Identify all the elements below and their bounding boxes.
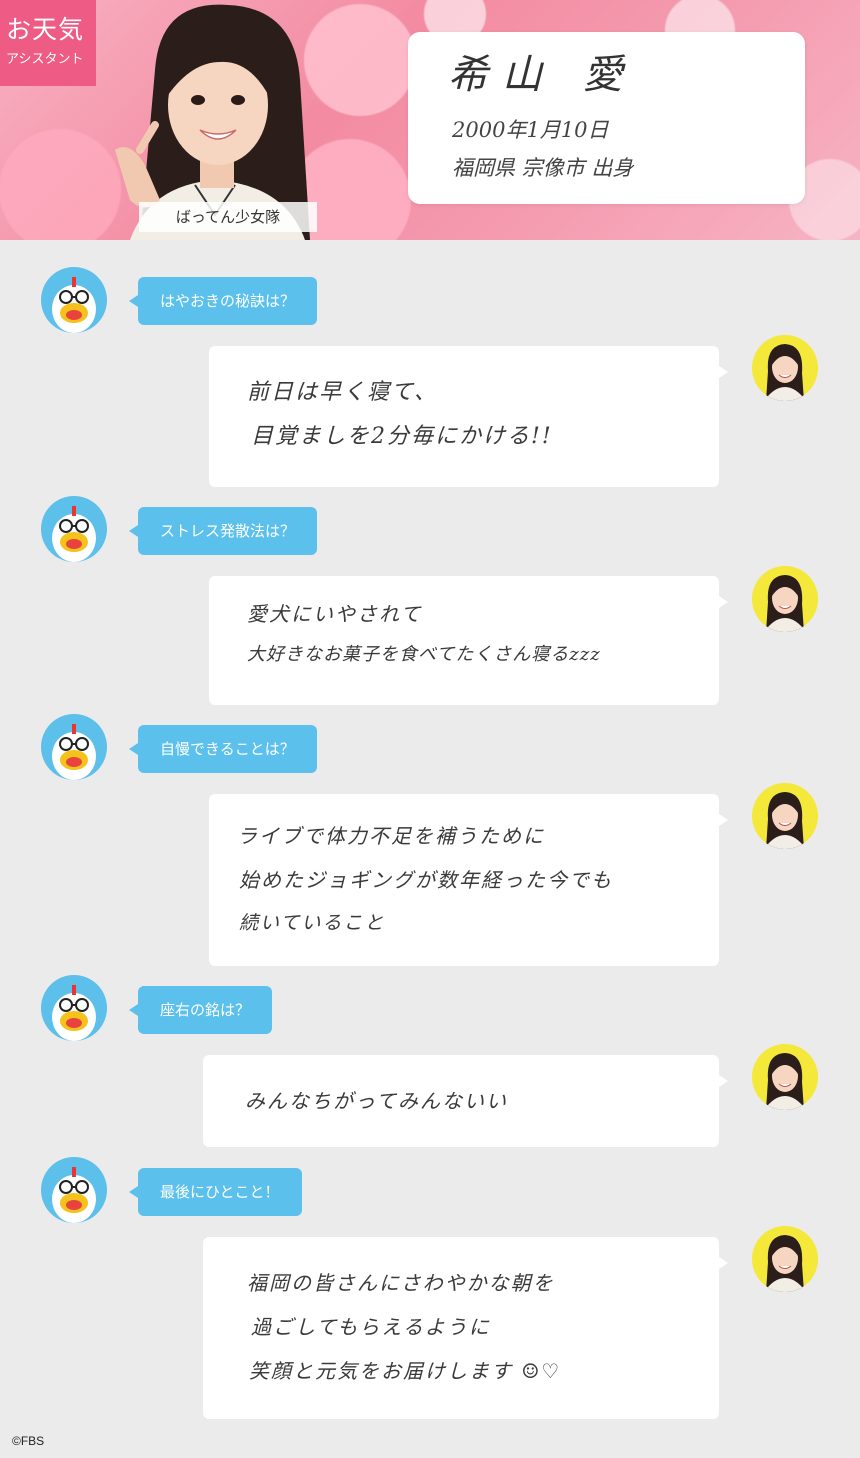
respondent-avatar-icon [752, 566, 818, 632]
answer-line: 過ごしてもらえるように [251, 1315, 491, 1339]
answer-bubble: 福岡の皆さんにさわやかな朝を 過ごしてもらえるように 笑顔と元気をお届けします … [203, 1237, 728, 1419]
profile-hometown: 福岡県 宗像市 出身 [452, 156, 634, 180]
mascot-avatar-icon [41, 267, 107, 333]
answer-line: 続いていること [239, 912, 386, 934]
mascot-avatar-icon [41, 714, 107, 780]
answer-line: ライブで体力不足を補うために [237, 824, 545, 848]
answer-line: 前日は早く寝て、 [247, 380, 438, 405]
profile-name: 希山 愛 [448, 52, 637, 98]
respondent-avatar-icon [752, 1044, 818, 1110]
question-bubble: 自慢できることは？ [129, 725, 317, 773]
answer-line: みんなちがってみんないい [245, 1089, 508, 1113]
respondent-avatar-icon [752, 1226, 818, 1292]
answer-bubble: ライブで体力不足を補うために 始めたジョギングが数年経った今でも 続いていること [209, 794, 728, 966]
group-name-label: ばってん少女隊 [139, 202, 317, 232]
answer-line: 目覚ましを2分毎にかける!! [251, 424, 553, 449]
answer-line: 笑顔と元気をお届けします ☺♡ [249, 1359, 562, 1383]
answer-bubble: 前日は早く寝て、 目覚ましを2分毎にかける!! [209, 346, 728, 487]
profile-birthdate: 2000年1月10日 [452, 118, 609, 142]
copyright-notice: ©FBS [12, 1434, 45, 1448]
answer-bubble: 愛犬にいやされて 大好きなお菓子を食べてたくさん寝るzzz [209, 576, 728, 705]
answer-line: 始めたジョギングが数年経った今でも [239, 868, 613, 892]
badge-title: お天気 [6, 15, 85, 44]
question-bubble: 座右の銘は？ [128, 986, 273, 1034]
answer-line: 大好きなお菓子を食べてたくさん寝るzzz [247, 644, 601, 665]
profile-card: 希山 愛 2000年1月10日 福岡県 宗像市 出身 [408, 32, 805, 204]
mascot-avatar-icon [41, 1157, 107, 1223]
question-bubble: はやおきの秘訣は？ [128, 277, 318, 325]
answer-bubble: みんなちがってみんないい [203, 1055, 728, 1147]
answer-line: 福岡の皆さんにさわやかな朝を [247, 1271, 555, 1295]
weather-assistant-badge: お天気 アシスタント [0, 0, 96, 86]
answer-line: 愛犬にいやされて [247, 602, 423, 626]
question-bubble: 最後にひとこと！ [129, 1168, 302, 1216]
profile-header: お天気 アシスタント ばってん少女隊 希山 愛 2000年1月10日 福岡県 宗… [0, 0, 860, 240]
question-bubble: ストレス発散法は？ [128, 507, 318, 555]
respondent-avatar-icon [752, 335, 818, 401]
page: お天気 アシスタント ばってん少女隊 希山 愛 2000年1月10日 福岡県 宗… [0, 0, 860, 1458]
mascot-avatar-icon [41, 975, 107, 1041]
respondent-avatar-icon [752, 783, 818, 849]
mascot-avatar-icon [41, 496, 107, 562]
badge-subtitle: アシスタント [6, 52, 84, 67]
